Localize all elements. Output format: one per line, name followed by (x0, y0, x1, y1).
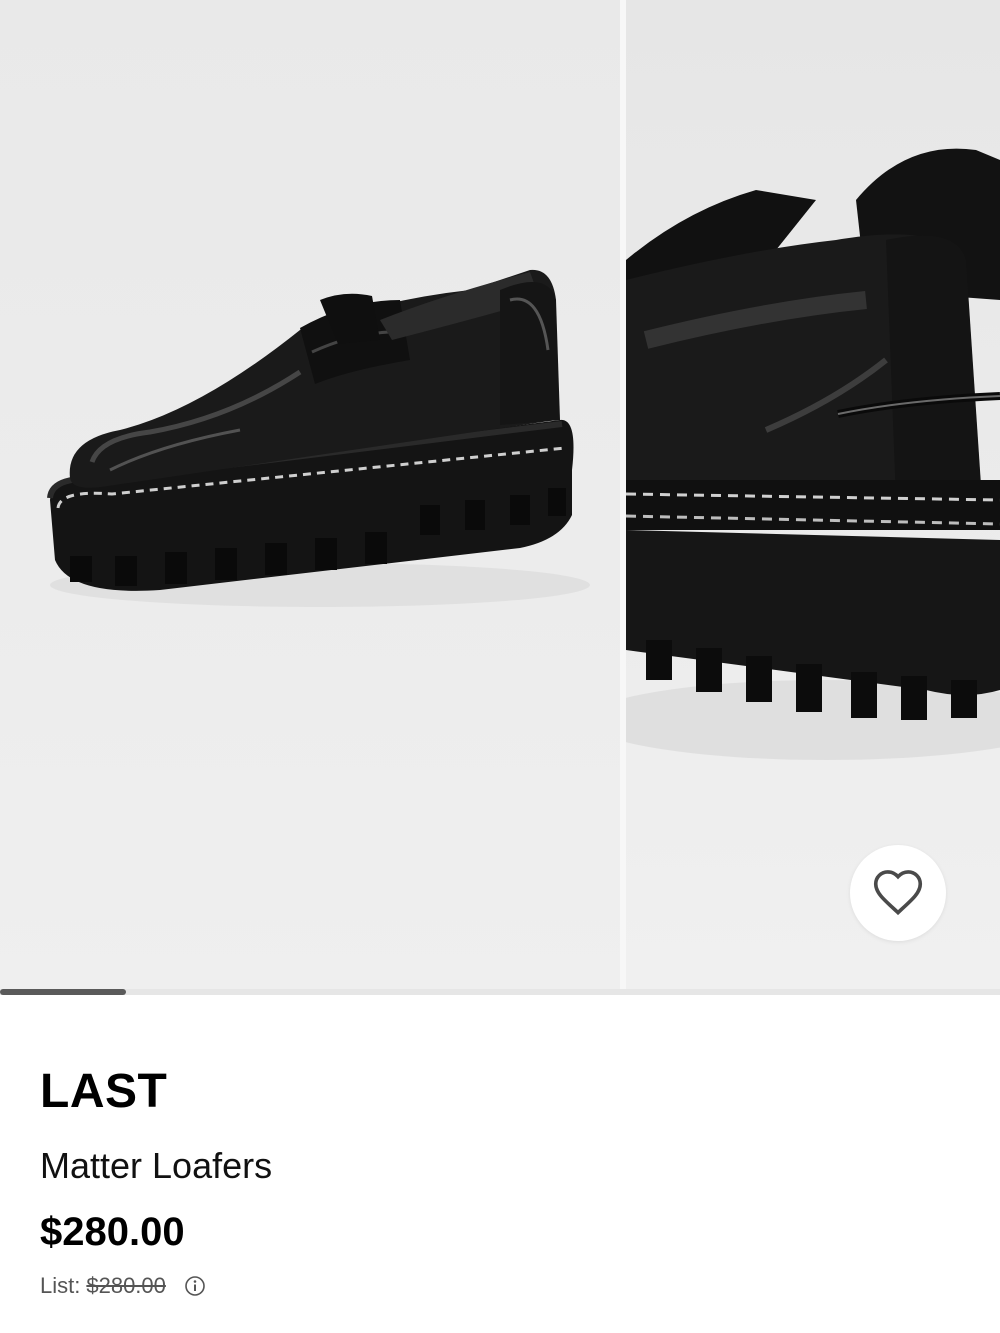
product-price: $280.00 (40, 1210, 185, 1254)
favorite-button[interactable] (850, 845, 946, 941)
carousel-scroll-thumb[interactable] (0, 989, 126, 995)
product-page: LAST Matter Loafers $280.00 List: $280.0… (0, 0, 1000, 1333)
product-image-side-view[interactable] (0, 0, 620, 995)
product-title: Matter Loafers (40, 1145, 273, 1186)
list-price-label: List: (40, 1273, 81, 1298)
brand-name[interactable]: LAST (40, 1064, 167, 1120)
info-circle-icon[interactable] (184, 1275, 206, 1297)
heart-outline-icon (870, 866, 926, 921)
list-price-row: List: $280.00 (40, 1270, 206, 1302)
list-price-value: $280.00 (86, 1273, 166, 1298)
carousel-scroll-indicator (0, 989, 1000, 995)
product-image-heel-closeup[interactable] (626, 0, 1000, 995)
image-carousel[interactable] (0, 0, 1000, 995)
